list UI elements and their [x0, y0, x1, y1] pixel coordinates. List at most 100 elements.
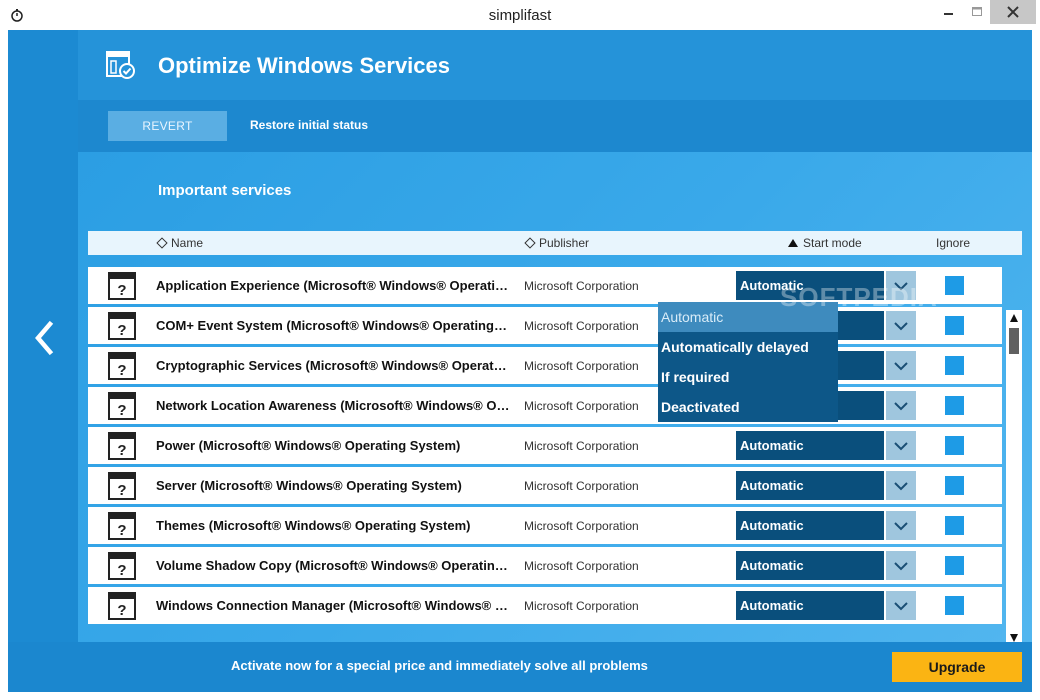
- service-publisher: Microsoft Corporation: [524, 439, 639, 453]
- ignore-checkbox[interactable]: [945, 316, 964, 335]
- restore-initial-status-link[interactable]: Restore initial status: [250, 118, 368, 132]
- close-button[interactable]: [990, 0, 1036, 24]
- chevron-left-icon[interactable]: [30, 318, 60, 358]
- service-name: Themes (Microsoft® Windows® Operating Sy…: [156, 518, 471, 533]
- service-name: Cryptographic Services (Microsoft® Windo…: [156, 358, 510, 373]
- column-header-start-mode[interactable]: Start mode: [788, 236, 862, 250]
- ignore-checkbox[interactable]: [945, 516, 964, 535]
- unknown-service-icon: ?: [108, 312, 136, 340]
- left-nav-strip: [8, 30, 78, 692]
- page-title: Optimize Windows Services: [158, 53, 450, 78]
- column-header-ignore: Ignore: [936, 236, 970, 250]
- column-header-name[interactable]: Name: [156, 236, 204, 250]
- unknown-service-icon: ?: [108, 592, 136, 620]
- minimize-icon: [944, 13, 953, 15]
- start-mode-dropdown-button[interactable]: [886, 591, 916, 620]
- chevron-down-icon: [894, 361, 908, 370]
- start-mode-dropdown-menu[interactable]: Automatic Automatically delayed If require…: [658, 302, 838, 422]
- page-header: Optimize Windows Services: [78, 30, 1032, 100]
- service-publisher: Microsoft Corporation: [524, 519, 639, 533]
- scroll-down-arrow-icon[interactable]: [1010, 634, 1018, 642]
- unknown-service-icon: ?: [108, 432, 136, 460]
- ignore-checkbox[interactable]: [945, 476, 964, 495]
- maximize-button[interactable]: [964, 0, 990, 24]
- start-mode-dropdown-button[interactable]: [886, 391, 916, 420]
- ignore-checkbox[interactable]: [945, 596, 964, 615]
- svg-text:?: ?: [117, 442, 126, 459]
- sort-diamond-icon: [524, 237, 536, 249]
- dropdown-option[interactable]: Automatically delayed: [658, 332, 838, 362]
- sort-diamond-icon: [156, 237, 168, 249]
- ignore-checkbox[interactable]: [945, 436, 964, 455]
- chevron-down-icon: [894, 561, 908, 570]
- column-header-publisher[interactable]: Publisher: [524, 236, 589, 250]
- scrollbar[interactable]: [1006, 310, 1022, 646]
- ignore-checkbox[interactable]: [945, 556, 964, 575]
- unknown-service-icon: ?: [108, 552, 136, 580]
- unknown-service-icon: ?: [108, 472, 136, 500]
- chevron-down-icon: [894, 441, 908, 450]
- minimize-button[interactable]: [934, 0, 964, 24]
- start-mode-select[interactable]: Automatic: [736, 591, 884, 620]
- start-mode-dropdown-button[interactable]: [886, 471, 916, 500]
- start-mode-dropdown-button[interactable]: [886, 311, 916, 340]
- service-row[interactable]: ? Windows Connection Manager (Microsoft®…: [88, 587, 1002, 624]
- start-mode-select[interactable]: Automatic: [736, 471, 884, 500]
- toolbar: REVERT Restore initial status: [78, 100, 1032, 152]
- footer-bar: Activate now for a special price and imm…: [8, 642, 1032, 692]
- start-mode-select[interactable]: Automatic: [736, 431, 884, 460]
- section-title: Important services: [158, 182, 292, 199]
- column-name-label: Name: [171, 236, 204, 250]
- service-row[interactable]: ? Volume Shadow Copy (Microsoft® Windows…: [88, 547, 1002, 584]
- start-mode-dropdown-button[interactable]: [886, 351, 916, 380]
- unknown-service-icon: ?: [108, 392, 136, 420]
- start-mode-dropdown-button[interactable]: [886, 431, 916, 460]
- app-window: Optimize Windows Services REVERT Restore…: [8, 30, 1032, 692]
- scrollbar-thumb[interactable]: [1009, 328, 1019, 354]
- svg-text:?: ?: [117, 482, 126, 499]
- revert-button[interactable]: REVERT: [108, 111, 227, 141]
- start-mode-dropdown-button[interactable]: [886, 551, 916, 580]
- ignore-checkbox[interactable]: [945, 396, 964, 415]
- chevron-down-icon: [894, 601, 908, 610]
- scroll-up-arrow-icon[interactable]: [1010, 314, 1018, 322]
- service-row[interactable]: ? Cryptographic Services (Microsoft® Win…: [88, 347, 1002, 384]
- ignore-checkbox[interactable]: [945, 356, 964, 375]
- svg-text:?: ?: [117, 282, 126, 299]
- service-name: Application Experience (Microsoft® Windo…: [156, 278, 510, 293]
- service-publisher: Microsoft Corporation: [524, 359, 639, 373]
- dropdown-option[interactable]: Deactivated: [658, 392, 838, 422]
- title-bar: simplifast: [0, 0, 1040, 30]
- close-icon: [1007, 6, 1019, 18]
- service-name: Windows Connection Manager (Microsoft® W…: [156, 598, 510, 613]
- service-name: Network Location Awareness (Microsoft® W…: [156, 398, 510, 413]
- svg-text:?: ?: [117, 362, 126, 379]
- unknown-service-icon: ?: [108, 512, 136, 540]
- service-row[interactable]: ? Themes (Microsoft® Windows® Operating …: [88, 507, 1002, 544]
- upgrade-button[interactable]: Upgrade: [892, 652, 1022, 682]
- service-publisher: Microsoft Corporation: [524, 559, 639, 573]
- service-name: COM+ Event System (Microsoft® Windows® O…: [156, 318, 510, 333]
- service-row[interactable]: ? Power (Microsoft® Windows® Operating S…: [88, 427, 1002, 464]
- service-row[interactable]: ? Server (Microsoft® Windows® Operating …: [88, 467, 1002, 504]
- chevron-down-icon: [894, 481, 908, 490]
- svg-text:?: ?: [117, 602, 126, 619]
- column-header-row: Name Publisher Start mode Ignore: [88, 231, 1022, 255]
- service-publisher: Microsoft Corporation: [524, 479, 639, 493]
- unknown-service-icon: ?: [108, 352, 136, 380]
- service-publisher: Microsoft Corporation: [524, 279, 639, 293]
- window-title: simplifast: [488, 7, 552, 24]
- start-mode-dropdown-button[interactable]: [886, 511, 916, 540]
- services-settings-icon: [106, 51, 135, 79]
- service-row[interactable]: ? Network Location Awareness (Microsoft®…: [88, 387, 1002, 424]
- start-mode-select[interactable]: Automatic: [736, 511, 884, 540]
- service-name: Volume Shadow Copy (Microsoft® Windows® …: [156, 558, 510, 573]
- maximize-icon: [972, 7, 982, 16]
- start-mode-select[interactable]: Automatic: [736, 551, 884, 580]
- promo-text: Activate now for a special price and imm…: [231, 658, 648, 673]
- ignore-checkbox[interactable]: [945, 276, 964, 295]
- service-name: Power (Microsoft® Windows® Operating Sys…: [156, 438, 461, 453]
- dropdown-option[interactable]: If required: [658, 362, 838, 392]
- sort-ascending-icon: [788, 239, 798, 247]
- svg-text:?: ?: [117, 522, 126, 539]
